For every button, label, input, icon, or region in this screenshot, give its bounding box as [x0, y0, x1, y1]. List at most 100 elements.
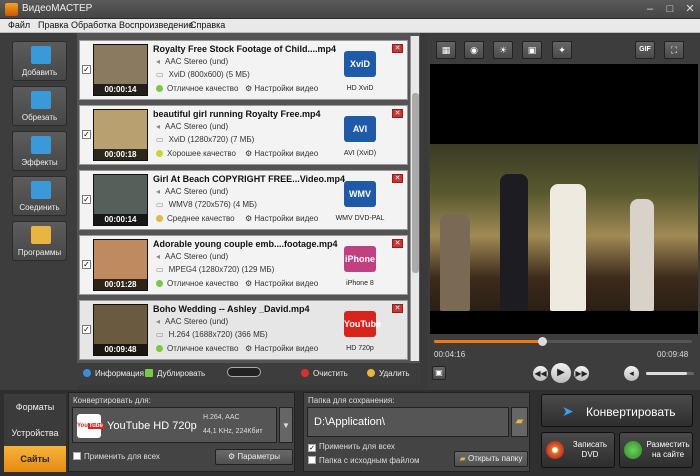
seek-handle[interactable]: [538, 337, 548, 346]
convert-button[interactable]: ➤ Конвертировать: [541, 394, 693, 427]
parameters-button[interactable]: ⚙ Параметры: [215, 449, 293, 465]
speed-tool-button[interactable]: ✦: [552, 41, 572, 59]
duplicate-button[interactable]: Дублировать: [145, 369, 205, 378]
file-list-scrollbar[interactable]: [410, 36, 419, 361]
sidebar-cut-button[interactable]: Обрезать: [12, 86, 67, 126]
save-path: D:\Application\: [314, 416, 385, 428]
output-format-icon[interactable]: AVI: [338, 116, 382, 148]
info-button[interactable]: Информация: [83, 369, 144, 378]
volume-slider[interactable]: [646, 372, 694, 375]
snapshot-icon: ▣: [435, 368, 443, 377]
menu-processing[interactable]: Обработка: [71, 20, 116, 30]
remove-file-button[interactable]: ✕: [392, 304, 403, 313]
view-toggle[interactable]: [227, 367, 261, 379]
same-folder-checkbox[interactable]: Папка с исходным файлом: [308, 456, 420, 465]
video-settings-link[interactable]: ⚙ Настройки видео: [245, 84, 318, 93]
publish-button[interactable]: Разместить на сайте: [619, 432, 693, 468]
burn-dvd-button[interactable]: Записать DVD: [541, 432, 615, 468]
tab-formats[interactable]: Форматы: [4, 394, 66, 420]
folder-icon: ▰: [515, 416, 524, 427]
youtube-logo-icon: YouTube: [77, 414, 104, 438]
menu-edit[interactable]: Правка: [38, 20, 68, 30]
output-format-icon[interactable]: WMV: [338, 181, 382, 213]
minimize-button[interactable]: –: [642, 2, 658, 16]
same-folder-check[interactable]: [308, 456, 316, 464]
convert-for-label: Конвертировать для:: [73, 396, 151, 405]
sidebar-join-button[interactable]: Соединить: [12, 176, 67, 216]
close-window-button[interactable]: ✕: [682, 2, 698, 16]
maximize-button[interactable]: □: [662, 2, 678, 16]
browse-folder-button[interactable]: ▰: [511, 407, 528, 437]
file-checkbox[interactable]: ✓: [82, 260, 91, 269]
sidebar-add-button[interactable]: Добавить: [12, 41, 67, 81]
profile-dropdown-button[interactable]: ▼: [279, 407, 293, 443]
file-video: ▭ XviD (1280x720) (7 МБ): [156, 135, 254, 144]
output-format-icon[interactable]: XviD: [338, 51, 382, 83]
gear-icon: ⚙: [245, 279, 255, 288]
menu-playback[interactable]: Воспроизведение: [119, 20, 193, 30]
file-checkbox[interactable]: ✓: [82, 195, 91, 204]
remove-file-button[interactable]: ✕: [392, 174, 403, 183]
apply-all-save-checkbox[interactable]: ✓ Применить для всех: [308, 442, 395, 452]
apply-all-save-check[interactable]: ✓: [308, 444, 316, 452]
file-checkbox[interactable]: ✓: [82, 65, 91, 74]
gif-button[interactable]: GIF: [635, 41, 655, 59]
apply-all-check[interactable]: [73, 452, 81, 460]
volume-button[interactable]: ◂: [624, 366, 639, 381]
file-item[interactable]: ✓ 00:00:18 beautiful girl running Royalt…: [79, 105, 408, 165]
view-toggle-icon: [227, 367, 261, 377]
sidebar-effects-button[interactable]: Эффекты: [12, 131, 67, 171]
output-format-icon[interactable]: iPhone: [338, 246, 382, 278]
open-folder-label: Открыть папку: [468, 454, 523, 463]
file-thumbnail[interactable]: 00:00:14: [93, 174, 148, 226]
file-checkbox[interactable]: ✓: [82, 325, 91, 334]
video-settings-link[interactable]: ⚙ Настройки видео: [245, 214, 318, 223]
gif-label: GIF: [639, 46, 651, 53]
previous-button[interactable]: ◀◀: [533, 366, 548, 381]
video-settings-link[interactable]: ⚙ Настройки видео: [245, 279, 318, 288]
file-item[interactable]: ✓ 00:09:48 Boho Wedding -- Ashley _David…: [79, 300, 408, 360]
file-item[interactable]: ✓ 00:01:28 Adorable young couple emb....…: [79, 235, 408, 295]
file-audio-text: AAC Stereo (und): [165, 122, 229, 131]
delete-button[interactable]: Удалить: [367, 369, 410, 378]
file-thumbnail[interactable]: 00:09:48: [93, 304, 148, 356]
snapshot-button[interactable]: ▣: [432, 366, 446, 380]
audio-icon: ◂: [156, 57, 161, 66]
video-preview[interactable]: [430, 64, 698, 334]
gear-icon: ⚙: [245, 214, 255, 223]
profile-selector[interactable]: YouTube YouTube HD 720p H.264, AAC 44,1 …: [72, 407, 277, 443]
tab-devices[interactable]: Устройства: [4, 420, 66, 446]
remove-file-button[interactable]: ✕: [392, 109, 403, 118]
apply-all-checkbox[interactable]: Применить для всех: [73, 452, 160, 461]
rewind-icon: ◀◀: [534, 369, 547, 378]
brightness-tool-button[interactable]: ☀: [493, 41, 513, 59]
clear-button[interactable]: Очистить: [301, 369, 348, 378]
file-thumbnail[interactable]: 00:01:28: [93, 239, 148, 291]
remove-file-button[interactable]: ✕: [392, 44, 403, 53]
fullscreen-button[interactable]: ⛶: [664, 41, 684, 59]
programs-icon: [31, 226, 51, 244]
menu-file[interactable]: Файл: [8, 20, 30, 30]
menu-help[interactable]: Справка: [190, 20, 225, 30]
file-item[interactable]: ✓ 00:00:14 Royalty Free Stock Footage of…: [79, 40, 408, 100]
scrollbar-thumb[interactable]: [412, 93, 419, 273]
open-folder-button[interactable]: ▰ Открыть папку: [454, 451, 528, 467]
file-thumbnail[interactable]: 00:00:14: [93, 44, 148, 96]
play-button[interactable]: ▶: [551, 363, 571, 383]
sidebar-programs-button[interactable]: Программы: [12, 221, 67, 261]
crop-tool-button[interactable]: ▦: [436, 41, 456, 59]
seek-bar[interactable]: [434, 337, 692, 346]
save-path-field[interactable]: D:\Application\: [307, 407, 509, 437]
image-tool-button[interactable]: ◉: [464, 41, 484, 59]
output-format-icon[interactable]: YouTube: [338, 311, 382, 343]
forward-icon: ▶▶: [575, 369, 588, 378]
tab-sites[interactable]: Сайты: [4, 446, 66, 472]
video-settings-link[interactable]: ⚙ Настройки видео: [245, 344, 318, 353]
video-settings-link[interactable]: ⚙ Настройки видео: [245, 149, 318, 158]
video-tool-button[interactable]: ▣: [522, 41, 542, 59]
remove-file-button[interactable]: ✕: [392, 239, 403, 248]
file-thumbnail[interactable]: 00:00:18: [93, 109, 148, 161]
file-checkbox[interactable]: ✓: [82, 130, 91, 139]
file-item[interactable]: ✓ 00:00:14 Girl At Beach COPYRIGHT FREE.…: [79, 170, 408, 230]
next-button[interactable]: ▶▶: [574, 366, 589, 381]
